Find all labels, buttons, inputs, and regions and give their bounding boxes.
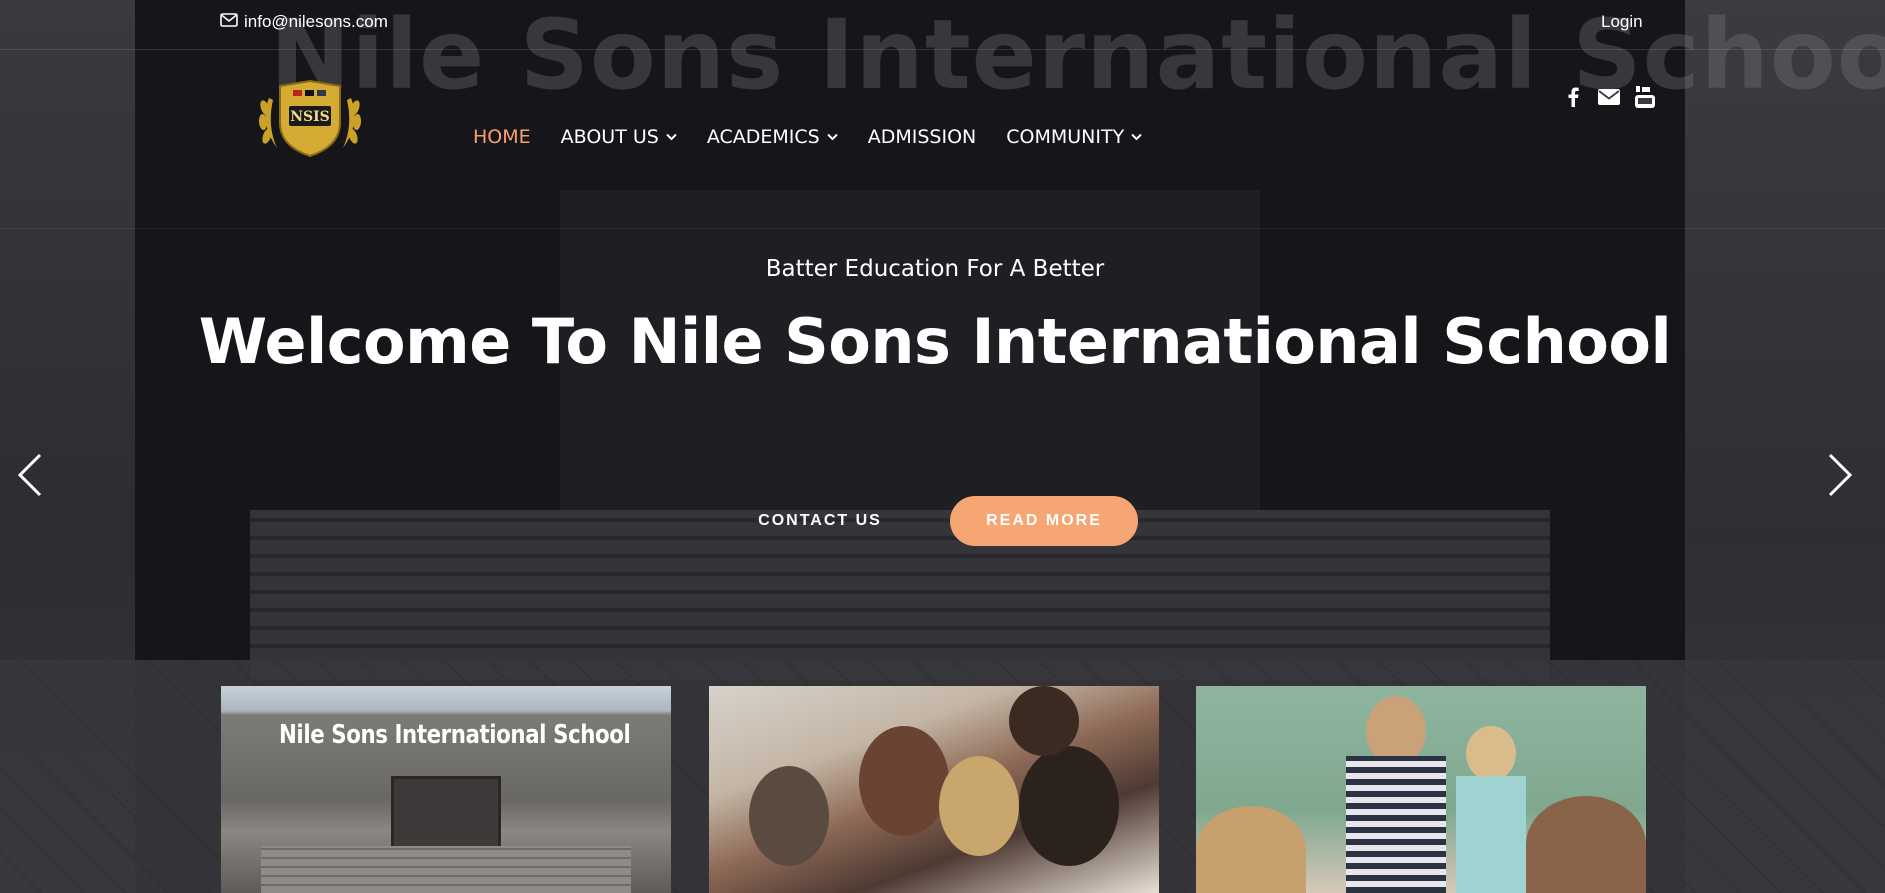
carousel-next-arrow-icon[interactable] [1820, 450, 1860, 500]
nav-item-academics[interactable]: ACADEMICS [707, 126, 838, 148]
feature-card-students[interactable] [709, 686, 1159, 893]
nav-item-label: ABOUT US [560, 126, 659, 148]
contact-email-text: info@nilesons.com [244, 12, 388, 31]
login-link[interactable]: Login [1601, 12, 1643, 32]
chevron-down-icon [666, 130, 677, 144]
school-logo[interactable]: NSIS [255, 78, 365, 160]
hero-tagline: Batter Education For A Better [765, 256, 1105, 282]
school-building-photo: Nile Sons International School [221, 686, 671, 893]
building-sign-text: Nile Sons International School [279, 720, 631, 750]
read-more-button[interactable]: READ MORE [950, 496, 1138, 546]
nav-item-label: HOME [473, 126, 531, 148]
hero-headline: Welcome To Nile Sons International Schoo… [198, 305, 1672, 378]
facebook-icon[interactable] [1562, 86, 1584, 108]
youtube-icon[interactable] [1634, 86, 1656, 108]
chevron-down-icon [1131, 130, 1142, 144]
nav-item-admission[interactable]: ADMISSION [868, 126, 977, 148]
students-group-photo [709, 686, 1159, 893]
nav-item-label: ACADEMICS [706, 126, 820, 148]
divider [0, 228, 1885, 229]
nav-item-about-us[interactable]: ABOUT US [561, 126, 677, 148]
nav-item-label: ADMISSION [867, 126, 977, 148]
social-links [1562, 86, 1656, 108]
nav-item-community[interactable]: COMMUNITY [1006, 126, 1142, 148]
top-bar: info@nilesons.com Login [0, 0, 1885, 50]
contact-us-button[interactable]: CONTACT US [740, 496, 900, 546]
envelope-icon[interactable] [1598, 86, 1620, 108]
carousel-prev-arrow-icon[interactable] [10, 450, 50, 500]
chevron-down-icon [827, 130, 838, 144]
classroom-photo [1196, 686, 1646, 893]
logo-text: NSIS [290, 109, 330, 125]
contact-email[interactable]: info@nilesons.com [220, 12, 388, 32]
nav-item-home[interactable]: HOME [473, 126, 531, 148]
feature-card-classroom[interactable] [1196, 686, 1646, 893]
main-nav: HOME ABOUT US ACADEMICS ADMISSION COMMUN… [473, 126, 1142, 148]
envelope-icon [220, 12, 238, 32]
nav-item-label: COMMUNITY [1006, 126, 1125, 148]
feature-card-building[interactable]: Nile Sons International School [221, 686, 671, 893]
